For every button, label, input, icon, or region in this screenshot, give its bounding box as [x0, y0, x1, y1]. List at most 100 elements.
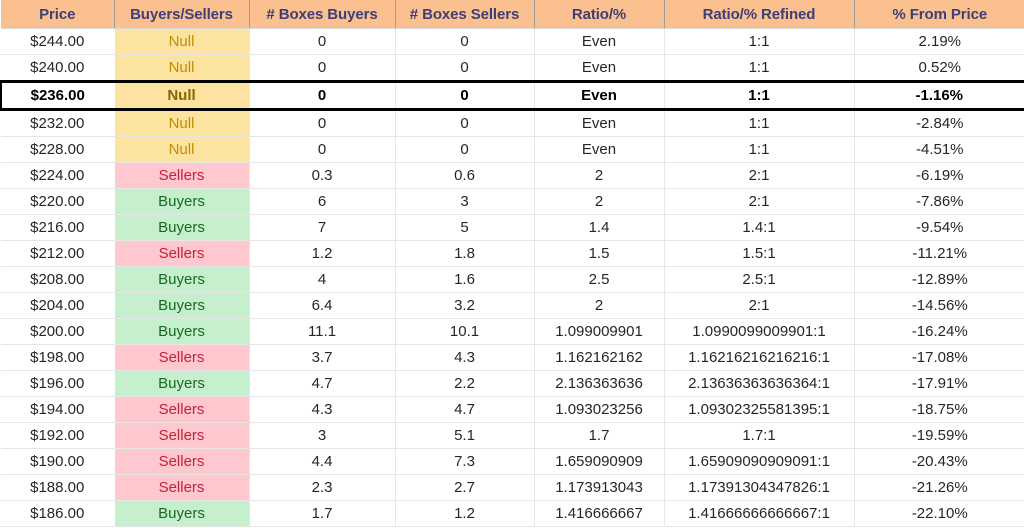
- table-row[interactable]: $196.00 Buyers 4.7 2.2 2.136363636 2.13636363…: [1, 370, 1024, 397]
- cell-ratio-pct[interactable]: 1.093023256: [534, 396, 665, 423]
- cell-ratio-refined[interactable]: 1.5:1: [664, 240, 855, 267]
- cell-ratio-pct[interactable]: 1.7: [534, 422, 665, 449]
- cell-buyers-sellers-buyers[interactable]: Buyers: [114, 292, 250, 319]
- cell-price[interactable]: $220.00: [1, 188, 115, 215]
- table-row[interactable]: $208.00 Buyers 4 1.6 2.5 2.5:1 -12.89%: [1, 266, 1024, 293]
- cell-pct-from-price[interactable]: -18.75%: [854, 396, 1024, 423]
- table-row[interactable]: $240.00 Null 0 0 Even 1:1 0.52%: [1, 54, 1024, 82]
- cell-boxes-sellers[interactable]: 3: [395, 188, 535, 215]
- cell-boxes-buyers[interactable]: 0: [249, 109, 396, 137]
- cell-price[interactable]: $186.00: [1, 500, 115, 527]
- column-header-buyers_sellers[interactable]: Buyers/Sellers: [114, 0, 250, 29]
- cell-buyers-sellers-sellers[interactable]: Sellers: [114, 448, 250, 475]
- cell-buyers-sellers-buyers[interactable]: Buyers: [114, 214, 250, 241]
- cell-ratio-pct[interactable]: 2: [534, 162, 665, 189]
- column-header-boxes_sellers[interactable]: # Boxes Sellers: [395, 0, 535, 29]
- cell-pct-from-price[interactable]: 0.52%: [854, 54, 1024, 82]
- cell-price[interactable]: $236.00: [0, 80, 115, 111]
- cell-boxes-buyers[interactable]: 4.3: [249, 396, 396, 423]
- cell-boxes-sellers[interactable]: 0: [395, 54, 535, 82]
- cell-price[interactable]: $228.00: [1, 136, 115, 163]
- cell-ratio-refined[interactable]: 1.41666666666667:1: [664, 500, 855, 527]
- cell-buyers-sellers-sellers[interactable]: Sellers: [114, 396, 250, 423]
- cell-buyers-sellers-buyers[interactable]: Buyers: [114, 318, 250, 345]
- cell-ratio-pct[interactable]: 1.4: [534, 214, 665, 241]
- cell-buyers-sellers-null[interactable]: Null: [114, 109, 250, 137]
- cell-boxes-sellers[interactable]: 4.3: [395, 344, 535, 371]
- cell-boxes-buyers[interactable]: 0: [249, 28, 396, 55]
- cell-pct-from-price[interactable]: -17.08%: [854, 344, 1024, 371]
- cell-pct-from-price[interactable]: -17.91%: [854, 370, 1024, 397]
- cell-boxes-sellers[interactable]: 2.7: [395, 474, 535, 501]
- cell-ratio-refined[interactable]: 1:1: [664, 28, 855, 55]
- cell-buyers-sellers-sellers[interactable]: Sellers: [114, 162, 250, 189]
- cell-price[interactable]: $204.00: [1, 292, 115, 319]
- cell-ratio-pct[interactable]: Even: [534, 28, 665, 55]
- column-header-ratio_pct[interactable]: Ratio/%: [534, 0, 665, 29]
- cell-buyers-sellers-buyers[interactable]: Buyers: [114, 500, 250, 527]
- cell-ratio-pct[interactable]: 1.173913043: [534, 474, 665, 501]
- cell-ratio-refined[interactable]: 2.5:1: [664, 266, 855, 293]
- cell-pct-from-price[interactable]: 2.19%: [854, 28, 1024, 55]
- table-row[interactable]: $198.00 Sellers 3.7 4.3 1.162162162 1.1621621…: [1, 344, 1024, 371]
- cell-price[interactable]: $196.00: [1, 370, 115, 397]
- cell-boxes-sellers[interactable]: 0.6: [395, 162, 535, 189]
- table-row[interactable]: $228.00 Null 0 0 Even 1:1 -4.51%: [1, 136, 1024, 163]
- cell-price[interactable]: $224.00: [1, 162, 115, 189]
- cell-price[interactable]: $216.00: [1, 214, 115, 241]
- cell-boxes-sellers[interactable]: 3.2: [395, 292, 535, 319]
- cell-buyers-sellers-sellers[interactable]: Sellers: [114, 422, 250, 449]
- cell-boxes-sellers[interactable]: 1.8: [395, 240, 535, 267]
- cell-boxes-buyers[interactable]: 7: [249, 214, 396, 241]
- cell-buyers-sellers-null[interactable]: Null: [114, 80, 250, 111]
- cell-price[interactable]: $208.00: [1, 266, 115, 293]
- cell-pct-from-price[interactable]: -9.54%: [854, 214, 1024, 241]
- cell-buyers-sellers-null[interactable]: Null: [114, 136, 250, 163]
- cell-pct-from-price[interactable]: -11.21%: [854, 240, 1024, 267]
- cell-ratio-pct[interactable]: Even: [534, 54, 665, 82]
- cell-price[interactable]: $244.00: [1, 28, 115, 55]
- cell-boxes-sellers[interactable]: 2.2: [395, 370, 535, 397]
- cell-ratio-refined[interactable]: 1.65909090909091:1: [664, 448, 855, 475]
- cell-boxes-sellers[interactable]: 1.6: [395, 266, 535, 293]
- cell-ratio-refined[interactable]: 1:1: [664, 136, 855, 163]
- column-header-boxes_buyers[interactable]: # Boxes Buyers: [249, 0, 396, 29]
- cell-boxes-sellers[interactable]: 10.1: [395, 318, 535, 345]
- cell-ratio-refined[interactable]: 1:1: [664, 80, 855, 111]
- cell-ratio-pct[interactable]: 2: [534, 188, 665, 215]
- table-row[interactable]: $220.00 Buyers 6 3 2 2:1 -7.86%: [1, 188, 1024, 215]
- cell-ratio-pct[interactable]: 1.5: [534, 240, 665, 267]
- table-row[interactable]: $212.00 Sellers 1.2 1.8 1.5 1.5:1 -11.21%: [1, 240, 1024, 267]
- cell-buyers-sellers-null[interactable]: Null: [114, 54, 250, 82]
- cell-boxes-buyers[interactable]: 6.4: [249, 292, 396, 319]
- cell-buyers-sellers-null[interactable]: Null: [114, 28, 250, 55]
- cell-price[interactable]: $194.00: [1, 396, 115, 423]
- cell-price[interactable]: $240.00: [1, 54, 115, 82]
- cell-ratio-pct[interactable]: 1.099009901: [534, 318, 665, 345]
- cell-boxes-buyers[interactable]: 2.3: [249, 474, 396, 501]
- cell-pct-from-price[interactable]: -22.10%: [854, 500, 1024, 527]
- cell-boxes-buyers[interactable]: 0: [249, 54, 396, 82]
- column-header-ratio_refined[interactable]: Ratio/% Refined: [664, 0, 855, 29]
- cell-pct-from-price[interactable]: -4.51%: [854, 136, 1024, 163]
- cell-boxes-sellers[interactable]: 0: [395, 80, 535, 111]
- table-row[interactable]: $216.00 Buyers 7 5 1.4 1.4:1 -9.54%: [1, 214, 1024, 241]
- cell-boxes-buyers[interactable]: 3.7: [249, 344, 396, 371]
- cell-ratio-pct[interactable]: 2.136363636: [534, 370, 665, 397]
- table-row[interactable]: $224.00 Sellers 0.3 0.6 2 2:1 -6.19%: [1, 162, 1024, 189]
- cell-boxes-sellers[interactable]: 0: [395, 136, 535, 163]
- cell-boxes-sellers[interactable]: 7.3: [395, 448, 535, 475]
- table-row[interactable]: $186.00 Buyers 1.7 1.2 1.416666667 1.41666666…: [1, 500, 1024, 527]
- column-header-pct_from_price[interactable]: % From Price: [854, 0, 1024, 29]
- cell-boxes-buyers[interactable]: 4.4: [249, 448, 396, 475]
- cell-ratio-refined[interactable]: 1.09302325581395:1: [664, 396, 855, 423]
- cell-price[interactable]: $200.00: [1, 318, 115, 345]
- cell-ratio-refined[interactable]: 1.7:1: [664, 422, 855, 449]
- cell-boxes-buyers[interactable]: 6: [249, 188, 396, 215]
- cell-ratio-pct[interactable]: Even: [534, 109, 665, 137]
- cell-ratio-refined[interactable]: 2:1: [664, 188, 855, 215]
- cell-boxes-buyers[interactable]: 11.1: [249, 318, 396, 345]
- table-row[interactable]: $192.00 Sellers 3 5.1 1.7 1.7:1 -19.59%: [1, 422, 1024, 449]
- cell-price[interactable]: $212.00: [1, 240, 115, 267]
- table-row[interactable]: $188.00 Sellers 2.3 2.7 1.173913043 1.1739130…: [1, 474, 1024, 501]
